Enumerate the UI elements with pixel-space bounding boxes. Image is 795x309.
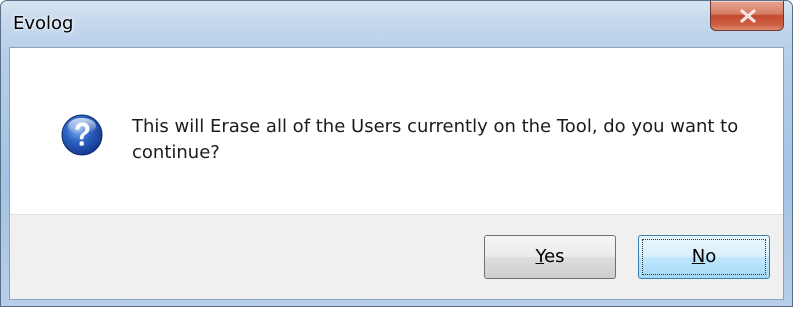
yes-button[interactable]: Yes [484,235,616,279]
dialog-message: This will Erase all of the Users current… [132,116,739,163]
window-title: Evolog [13,13,74,34]
dialog-window: Evolog This will Erase all of the Users … [0,0,793,307]
close-icon [740,9,756,23]
message-area: This will Erase all of the Users current… [10,48,783,214]
title-bar[interactable]: Evolog [1,1,792,47]
yes-label: es [544,246,565,267]
close-button[interactable] [710,1,784,31]
yes-mnemonic: Y [535,246,545,267]
no-mnemonic: N [691,246,706,267]
no-label: o [705,246,717,267]
dialog-client-area: This will Erase all of the Users current… [9,47,784,300]
button-bar: Yes No [10,214,783,299]
no-button[interactable]: No [638,235,770,279]
question-icon [61,114,103,156]
